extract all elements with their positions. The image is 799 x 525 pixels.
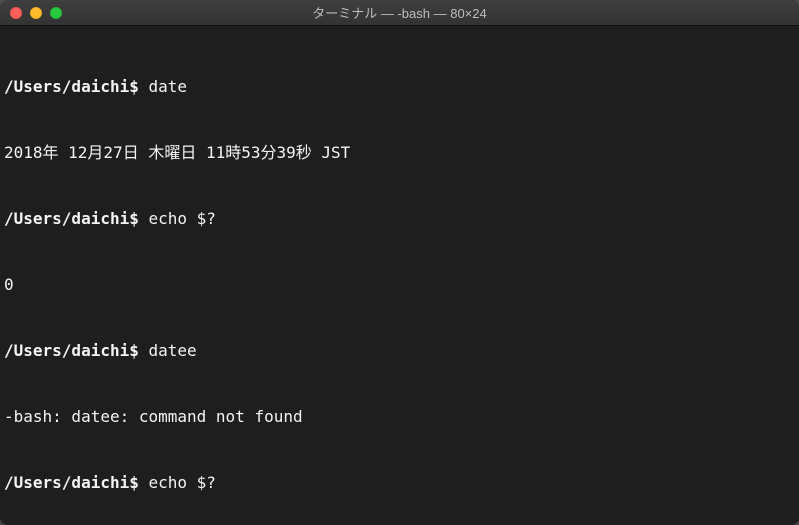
traffic-lights (10, 7, 62, 19)
shell-prompt: /Users/daichi$ (4, 341, 149, 360)
command-text: datee (149, 341, 197, 360)
terminal-output: -bash: datee: command not found (4, 406, 791, 428)
minimize-icon[interactable] (30, 7, 42, 19)
terminal-window: ターミナル — -bash — 80×24 /Users/daichi$ dat… (0, 0, 799, 525)
command-text: echo $? (149, 473, 216, 492)
terminal-output: 0 (4, 274, 791, 296)
close-icon[interactable] (10, 7, 22, 19)
terminal-line: /Users/daichi$ echo $? (4, 472, 791, 494)
terminal-body[interactable]: /Users/daichi$ date 2018年 12月27日 木曜日 11時… (0, 26, 799, 525)
terminal-line: /Users/daichi$ echo $? (4, 208, 791, 230)
titlebar: ターミナル — -bash — 80×24 (0, 0, 799, 26)
zoom-icon[interactable] (50, 7, 62, 19)
shell-prompt: /Users/daichi$ (4, 209, 149, 228)
terminal-output: 2018年 12月27日 木曜日 11時53分39秒 JST (4, 142, 791, 164)
terminal-line: /Users/daichi$ date (4, 76, 791, 98)
command-text: echo $? (149, 209, 216, 228)
shell-prompt: /Users/daichi$ (4, 77, 149, 96)
terminal-line: /Users/daichi$ datee (4, 340, 791, 362)
command-text: date (149, 77, 188, 96)
shell-prompt: /Users/daichi$ (4, 473, 149, 492)
window-title: ターミナル — -bash — 80×24 (0, 3, 799, 22)
